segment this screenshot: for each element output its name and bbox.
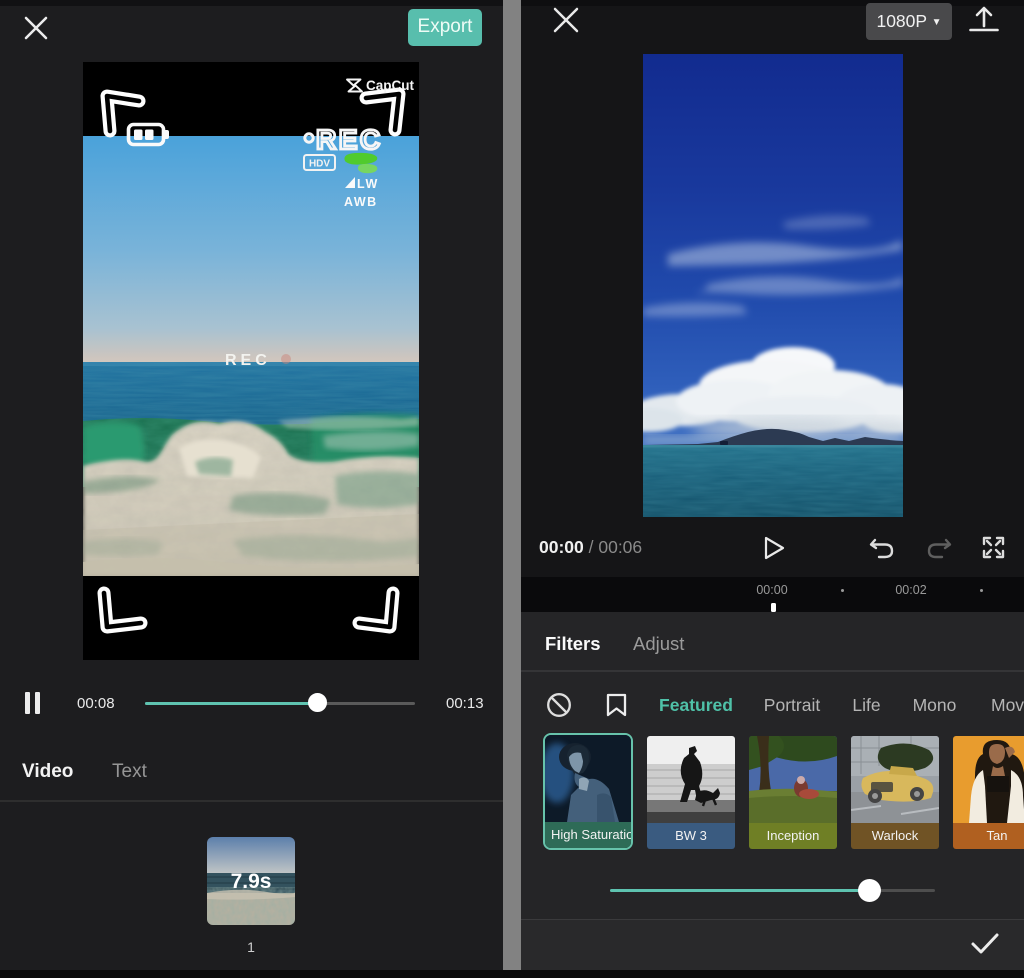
svg-text:7.9s: 7.9s xyxy=(231,870,272,893)
svg-text:AWB: AWB xyxy=(344,195,378,209)
svg-text:HDV: HDV xyxy=(309,159,330,170)
svg-text:CapCut: CapCut xyxy=(366,78,414,93)
svg-text:REC: REC xyxy=(225,352,271,369)
svg-text:REC: REC xyxy=(316,124,383,155)
svg-text:LW: LW xyxy=(357,177,379,191)
